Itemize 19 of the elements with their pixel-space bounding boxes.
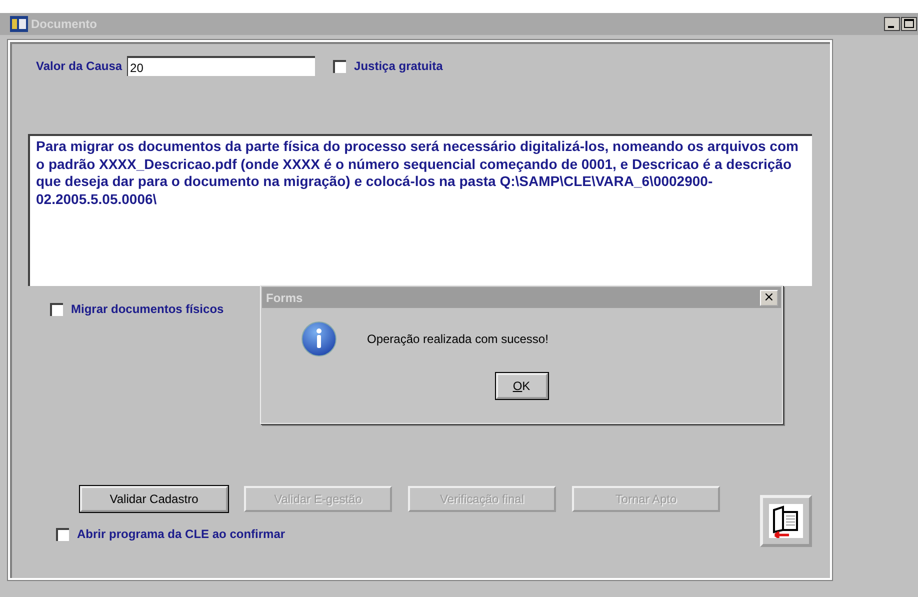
maximize-icon[interactable] — [901, 17, 917, 31]
dialog-message: Operação realizada com sucesso! — [367, 332, 548, 346]
checkbox-label: Justiça gratuita — [354, 59, 443, 73]
info-text: Para migrar os documentos da parte física do processo será necessário digitalizá-los, nomeando os arquivos com o padrão XXXX_Descricao.pdf (onde XXXX é o número sequencial começando de 0001, e Descricao é a descrição que deseja dar para o documento na migração) e colocá-los na pasta Q:\SAMP\CLE\VARA_6\0002900-02.2005.5.05.0006\ — [36, 138, 798, 206]
app-icon — [10, 16, 28, 32]
checkbox[interactable] — [50, 302, 63, 316]
input-field[interactable]: 20 — [127, 56, 316, 76]
checkbox[interactable] — [56, 528, 69, 540]
checkbox[interactable] — [333, 60, 346, 72]
action-button[interactable]: Validar Cadastro — [80, 486, 228, 512]
info-icon — [301, 321, 337, 357]
field-label: Valor da Causa — [36, 59, 122, 73]
close-button[interactable]: × — [760, 290, 778, 306]
checkbox-label: Abrir programa da CLE ao confirmar — [77, 527, 286, 541]
book-button[interactable] — [760, 495, 812, 547]
checkbox-label: Migrar documentos físicos — [71, 302, 224, 316]
dialog-title: Forms — [266, 290, 304, 304]
ok-button[interactable]: OK — [496, 373, 548, 399]
minimize-icon[interactable] — [884, 17, 900, 31]
